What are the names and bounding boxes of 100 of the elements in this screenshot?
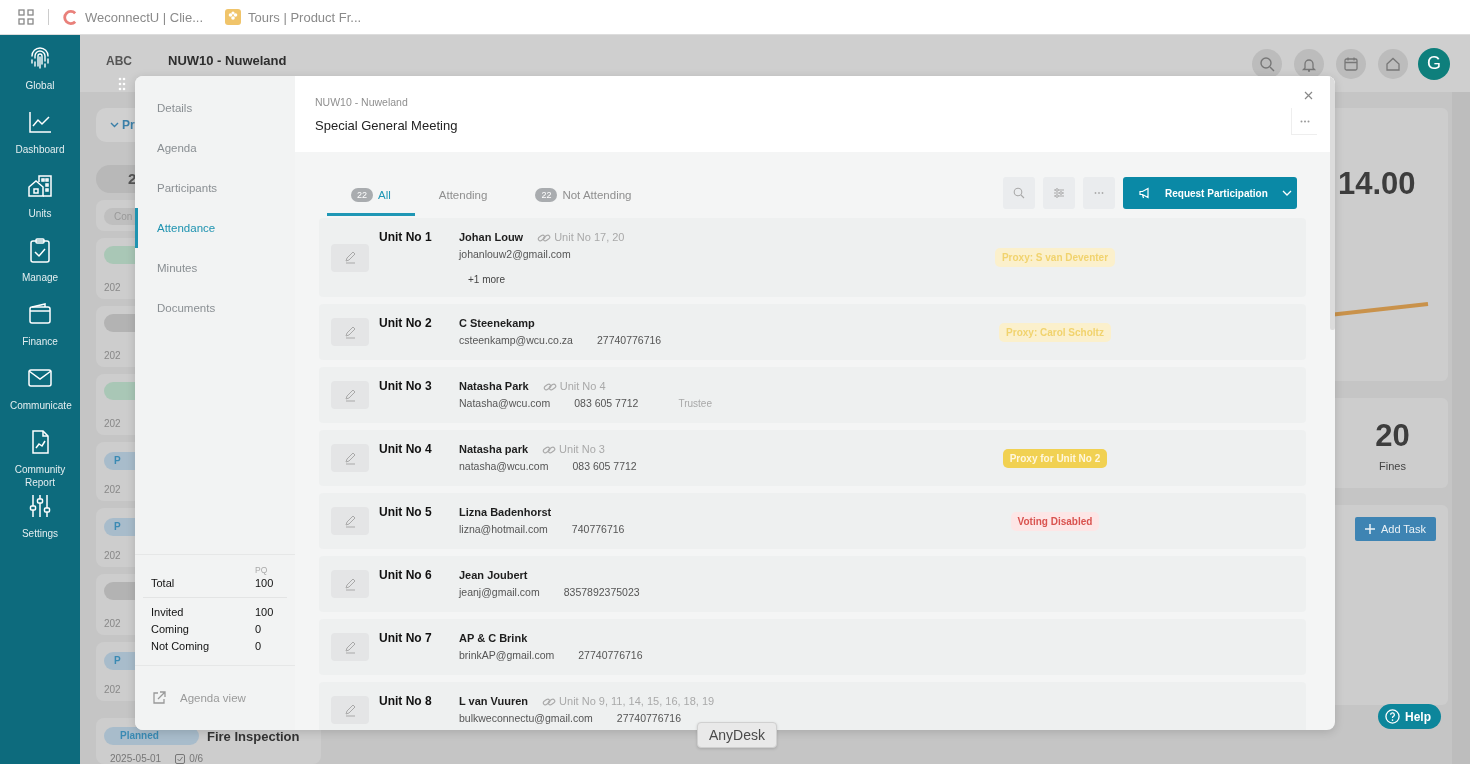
nav-item[interactable]: Communicate bbox=[0, 365, 80, 429]
date-label: 2025-05-01 bbox=[110, 753, 162, 764]
phone-number: 27740776716 bbox=[616, 711, 682, 726]
stats-value: 100 bbox=[255, 605, 274, 620]
filter-tab[interactable]: 22 Not Attending bbox=[511, 176, 656, 216]
request-participation-button[interactable]: Request Participation bbox=[1123, 177, 1297, 209]
close-button[interactable] bbox=[1302, 89, 1315, 102]
buildings-icon bbox=[27, 173, 53, 199]
stat-value: 14.00 bbox=[1338, 166, 1417, 202]
status-badge: Voting Disabled bbox=[1010, 511, 1100, 531]
count-badge: 22 bbox=[351, 187, 373, 202]
nav-item[interactable]: Units bbox=[0, 173, 80, 237]
email-text: natasha@wcu.com bbox=[459, 459, 549, 474]
phone-number: 083 605 7712 bbox=[574, 396, 639, 411]
section-tab[interactable]: Details bbox=[135, 88, 295, 128]
attendee-name: Natasha park bbox=[459, 442, 529, 457]
phone-number: 27740776716 bbox=[596, 333, 662, 348]
date-label: 202 bbox=[104, 618, 122, 629]
task-title: Fire Inspection bbox=[207, 728, 300, 744]
pencil-icon bbox=[343, 388, 357, 402]
pencil-icon bbox=[343, 703, 357, 717]
edit-button[interactable] bbox=[331, 570, 369, 598]
more-link[interactable]: +1 more bbox=[468, 274, 505, 285]
meeting-subtitle: NUW10 - Nuweland bbox=[315, 96, 409, 108]
filter-button[interactable] bbox=[1043, 177, 1075, 209]
pencil-icon bbox=[343, 251, 357, 264]
attendee-name: AP & C Brink bbox=[459, 631, 528, 646]
attendee-name: Johan Louw bbox=[459, 230, 524, 245]
phone-number: 8357892375023 bbox=[563, 585, 640, 600]
grapes-icon bbox=[225, 9, 241, 25]
attendee-name: C Steenekamp bbox=[459, 316, 535, 331]
section-tab[interactable]: Participants bbox=[135, 168, 295, 208]
edit-button[interactable] bbox=[331, 444, 369, 472]
edit-button[interactable] bbox=[331, 507, 369, 535]
unit-label: Unit No 8 bbox=[379, 694, 433, 709]
notifications-button[interactable] bbox=[1294, 48, 1324, 79]
phone-number: 740776716 bbox=[571, 522, 625, 537]
pencil-icon bbox=[343, 640, 357, 654]
pencil-icon bbox=[343, 577, 357, 591]
help-button[interactable]: Help bbox=[1378, 704, 1441, 729]
email-text: lizna@hotmail.com bbox=[459, 522, 548, 537]
filter-tab[interactable]: Attending bbox=[414, 176, 512, 216]
edit-button[interactable] bbox=[331, 318, 369, 346]
add-task-button[interactable]: Add Task bbox=[1354, 517, 1436, 541]
attendee-name: Natasha Park bbox=[459, 379, 529, 394]
search-icon bbox=[1259, 55, 1275, 72]
edit-button[interactable] bbox=[331, 243, 369, 272]
attendee-name: Jean Joubert bbox=[459, 568, 528, 583]
email-text: johanlouw2@gmail.com bbox=[459, 247, 571, 262]
filter-button[interactable]: Pr bbox=[96, 108, 135, 142]
calendar-button[interactable] bbox=[1336, 48, 1366, 79]
nav-item[interactable]: Community Report bbox=[0, 429, 80, 493]
nav-item[interactable]: Global bbox=[0, 45, 80, 109]
linked-units: Unit No 9, 11, 14, 15, 16, 18, 19 bbox=[559, 694, 715, 709]
plus-icon bbox=[1364, 524, 1375, 534]
section-tab[interactable]: Documents bbox=[135, 288, 295, 328]
nav-item[interactable]: Settings bbox=[0, 493, 80, 557]
sliders-icon bbox=[1053, 187, 1065, 199]
avatar[interactable]: G bbox=[1418, 47, 1450, 80]
date-label: 202 bbox=[104, 684, 122, 695]
section-tab[interactable]: Agenda bbox=[135, 128, 295, 168]
stat-label: Fines bbox=[1378, 460, 1407, 472]
edit-button[interactable] bbox=[331, 633, 369, 661]
email-text: brinkAP@gmail.com bbox=[459, 648, 555, 663]
stats-value: 0 bbox=[255, 622, 262, 637]
more-button[interactable] bbox=[1083, 177, 1115, 209]
agenda-view-link[interactable]: Agenda view bbox=[180, 692, 246, 704]
home-button[interactable] bbox=[1378, 48, 1408, 79]
nav-item[interactable]: Manage bbox=[0, 237, 80, 301]
browser-tab[interactable]: WeconnectU | Clie... bbox=[63, 9, 203, 25]
nav-item[interactable]: Dashboard bbox=[0, 109, 80, 173]
chart-icon bbox=[27, 109, 53, 135]
stats-label: Invited bbox=[151, 605, 185, 620]
nav-item[interactable]: Finance bbox=[0, 301, 80, 365]
search-button[interactable] bbox=[1252, 48, 1282, 79]
browser-tab[interactable]: Tours | Product Fr... bbox=[225, 9, 362, 25]
role-label: Trustee bbox=[678, 397, 712, 411]
pencil-icon bbox=[343, 451, 357, 465]
unit-label: Unit No 7 bbox=[379, 631, 433, 646]
linked-units: Unit No 17, 20 bbox=[554, 230, 625, 245]
task-count: 0/6 bbox=[189, 753, 204, 764]
calendar-icon bbox=[1343, 55, 1359, 72]
apps-icon bbox=[18, 9, 34, 25]
tooltip: AnyDesk bbox=[697, 722, 778, 748]
edit-button[interactable] bbox=[331, 696, 369, 724]
phone-number: 083 605 7712 bbox=[572, 459, 637, 474]
date-label: 202 bbox=[104, 484, 122, 495]
link-icon bbox=[537, 231, 552, 244]
stats-label: Not Coming bbox=[151, 639, 211, 654]
date-label: 202 bbox=[104, 350, 122, 361]
scrollbar-thumb[interactable] bbox=[1330, 76, 1335, 330]
status-badge: Proxy for Unit No 2 bbox=[1002, 448, 1108, 468]
section-tab[interactable]: Attendance bbox=[135, 208, 295, 248]
edit-button[interactable] bbox=[331, 381, 369, 409]
pencil-icon bbox=[343, 325, 357, 339]
section-tab[interactable]: Minutes bbox=[135, 248, 295, 288]
status-badge: Proxy: S van Deventer bbox=[994, 248, 1116, 267]
close-icon bbox=[1304, 91, 1313, 100]
help-icon bbox=[1385, 709, 1400, 724]
link-icon bbox=[542, 695, 557, 708]
